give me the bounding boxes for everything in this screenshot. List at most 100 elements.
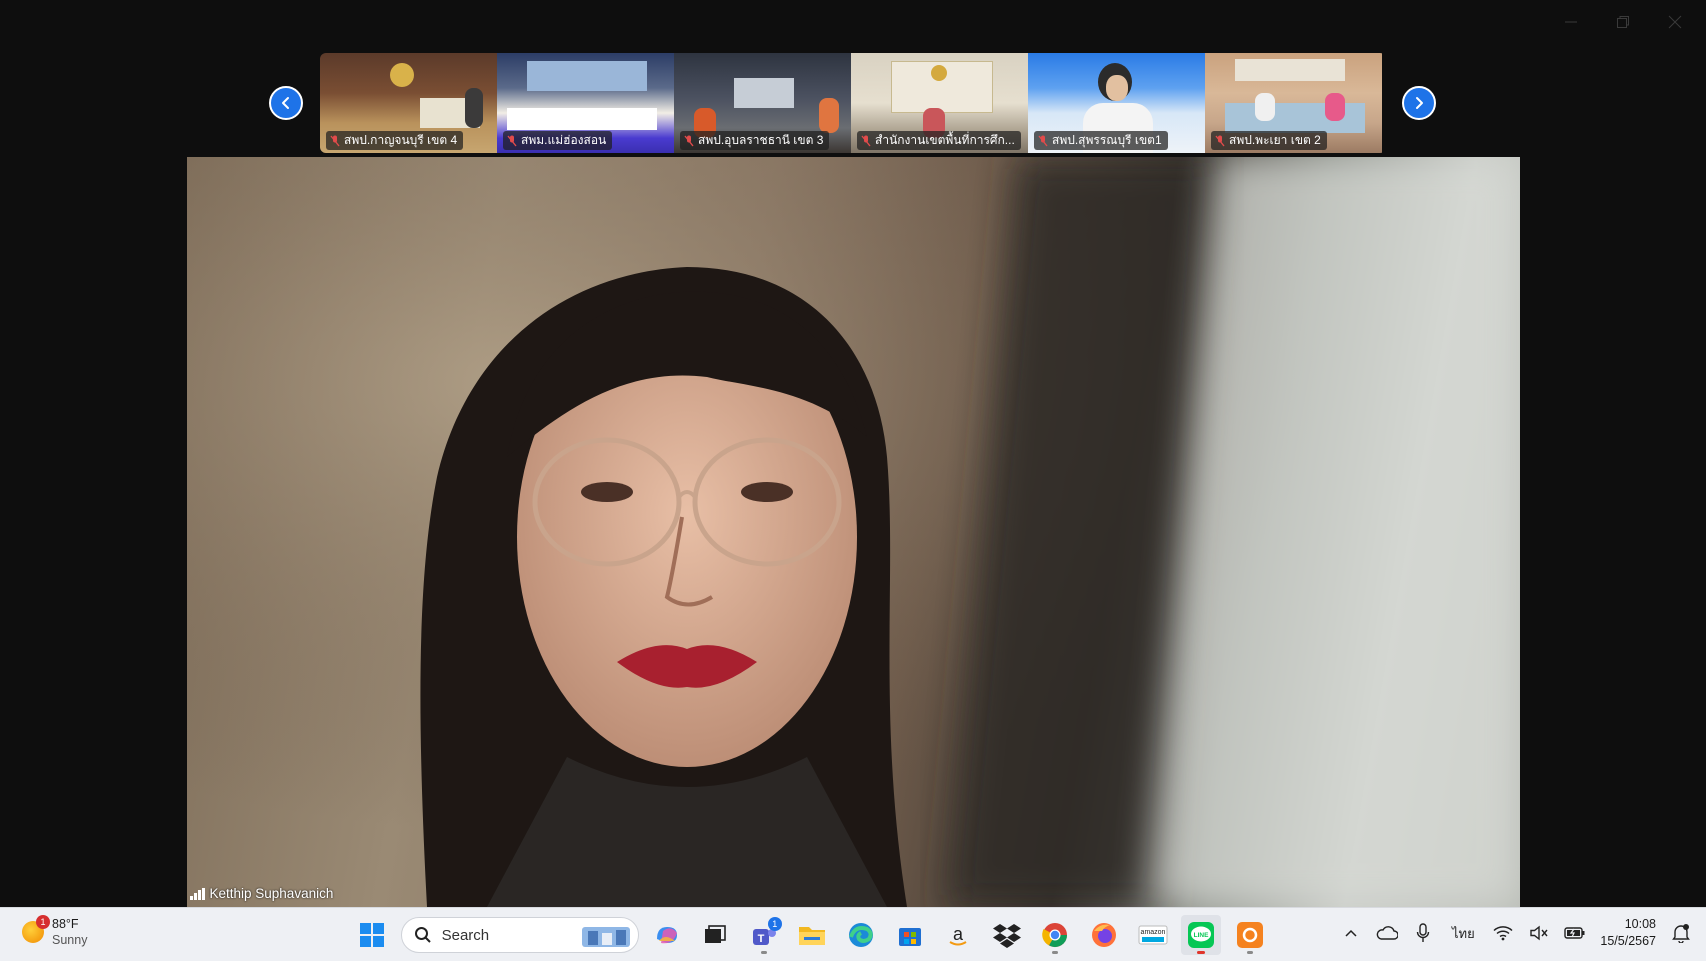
restore-icon bbox=[1617, 16, 1629, 28]
svg-text:amazon: amazon bbox=[1140, 929, 1165, 936]
participant-label: สพป.พะเยา เขต 2 bbox=[1211, 131, 1327, 150]
store-icon bbox=[898, 928, 921, 946]
running-indicator bbox=[1246, 951, 1253, 954]
mic-muted-icon bbox=[684, 135, 694, 146]
mic-muted-icon bbox=[1038, 135, 1048, 146]
participant-label: สำนักงานเขตพื้นที่การศึก... bbox=[857, 131, 1021, 150]
weather-widget[interactable]: 1 88°F Sunny bbox=[22, 915, 88, 948]
connection-signal-icon bbox=[190, 887, 205, 900]
close-button[interactable] bbox=[1662, 8, 1688, 36]
taskbar-apps: Search T 1 a amazon LINE bbox=[352, 915, 1278, 955]
amazon-app[interactable]: a bbox=[938, 915, 978, 955]
dropbox-icon bbox=[992, 924, 1021, 948]
chrome-icon bbox=[1042, 923, 1068, 948]
svg-text:a: a bbox=[953, 924, 964, 944]
amazon-icon: a bbox=[949, 924, 967, 946]
next-page-button[interactable] bbox=[1402, 86, 1436, 120]
task-view-button[interactable] bbox=[695, 915, 735, 955]
show-hidden-icons-button[interactable] bbox=[1340, 922, 1362, 944]
previous-page-button[interactable] bbox=[269, 86, 303, 120]
edge-icon bbox=[848, 923, 873, 947]
minimize-button[interactable] bbox=[1558, 8, 1584, 36]
mic-muted-icon bbox=[1215, 135, 1225, 146]
task-view-icon bbox=[705, 925, 726, 943]
participant-name: สพป.อุบลราชธานี เขต 3 bbox=[698, 133, 824, 147]
participant-thumbnail[interactable]: สำนักงานเขตพื้นที่การศึก... bbox=[851, 53, 1028, 153]
system-clock[interactable]: 10:08 15/5/2567 bbox=[1600, 916, 1656, 950]
bell-icon bbox=[1672, 924, 1690, 943]
firefox-icon bbox=[1091, 923, 1116, 947]
running-indicator bbox=[1052, 951, 1059, 954]
dropbox-app[interactable] bbox=[987, 915, 1027, 955]
notifications-button[interactable] bbox=[1670, 922, 1692, 944]
orange-app-icon bbox=[1236, 922, 1263, 948]
volume-button[interactable] bbox=[1528, 922, 1550, 944]
restore-button[interactable] bbox=[1610, 8, 1636, 36]
microsoft-store-app[interactable] bbox=[890, 915, 930, 955]
amazon-prime-app[interactable]: amazon bbox=[1133, 915, 1173, 955]
start-button[interactable] bbox=[352, 915, 392, 955]
main-speaker-video[interactable] bbox=[187, 157, 1520, 907]
participant-name: สำนักงานเขตพื้นที่การศึก... bbox=[875, 133, 1015, 147]
onedrive-button[interactable] bbox=[1376, 922, 1399, 944]
mic-muted-icon bbox=[330, 135, 340, 146]
participant-thumbnail[interactable]: สพป.อุบลราชธานี เขต 3 bbox=[674, 53, 851, 153]
chrome-app[interactable] bbox=[1035, 915, 1075, 955]
microphone-button[interactable] bbox=[1412, 922, 1434, 944]
orange-app[interactable] bbox=[1230, 915, 1270, 955]
volume-muted-icon bbox=[1530, 925, 1548, 941]
clock-time: 10:08 bbox=[1624, 917, 1656, 931]
svg-text:T: T bbox=[757, 933, 764, 945]
chevron-right-icon bbox=[1416, 97, 1423, 109]
participant-thumbnail-strip: สพป.กาญจนบุรี เขต 4 สพม.แม่ฮ่องสอน สพป.อ… bbox=[320, 53, 1386, 153]
firefox-app[interactable] bbox=[1084, 915, 1124, 955]
minimize-icon bbox=[1565, 21, 1577, 23]
wifi-icon bbox=[1493, 926, 1513, 941]
sun-icon: 1 bbox=[22, 915, 50, 943]
search-icon bbox=[414, 927, 431, 943]
battery-charging-icon bbox=[1564, 927, 1585, 939]
participant-name: สพป.สุพรรณบุรี เขต1 bbox=[1052, 133, 1162, 147]
speaker-name-label: Ketthip Suphavanich bbox=[190, 886, 333, 901]
system-tray: ไทย 10:08 15/5/2567 bbox=[1340, 916, 1692, 950]
edge-app[interactable] bbox=[841, 915, 881, 955]
participant-thumbnail[interactable]: สพป.สุพรรณบุรี เขต1 bbox=[1028, 53, 1205, 153]
chevron-up-icon bbox=[1345, 929, 1357, 937]
participant-label: สพม.แม่ฮ่องสอน bbox=[503, 131, 613, 150]
microphone-icon bbox=[1417, 923, 1430, 942]
search-placeholder: Search bbox=[441, 926, 490, 944]
input-language-button[interactable]: ไทย bbox=[1448, 922, 1478, 944]
search-highlight-icon bbox=[581, 927, 630, 947]
participant-label: สพป.สุพรรณบุรี เขต1 bbox=[1034, 131, 1168, 150]
clock-date: 15/5/2567 bbox=[1600, 934, 1656, 948]
participant-label: สพป.กาญจนบุรี เขต 4 bbox=[326, 131, 464, 150]
running-indicator bbox=[1197, 951, 1206, 954]
participant-name: สพม.แม่ฮ่องสอน bbox=[521, 133, 607, 147]
teams-app[interactable]: T 1 bbox=[744, 915, 784, 955]
battery-button[interactable] bbox=[1564, 922, 1586, 944]
participant-thumbnail[interactable]: สพม.แม่ฮ่องสอน bbox=[497, 53, 674, 153]
running-indicator bbox=[760, 951, 767, 954]
copilot-app[interactable] bbox=[647, 915, 687, 955]
prime-video-icon: amazon bbox=[1138, 925, 1168, 945]
svg-text:LINE: LINE bbox=[1194, 932, 1209, 939]
participant-thumbnail[interactable]: สพป.กาญจนบุรี เขต 4 bbox=[320, 53, 497, 153]
teams-badge: 1 bbox=[767, 917, 782, 931]
cloud-icon bbox=[1377, 926, 1399, 940]
line-icon: LINE bbox=[1188, 922, 1215, 948]
file-explorer-app[interactable] bbox=[792, 915, 832, 955]
participant-label: สพป.อุบลราชธานี เขต 3 bbox=[680, 131, 830, 150]
network-button[interactable] bbox=[1492, 922, 1514, 944]
copilot-icon bbox=[656, 927, 677, 944]
chevron-left-icon bbox=[282, 97, 289, 109]
window-controls bbox=[1558, 8, 1688, 36]
participant-name: สพป.พะเยา เขต 2 bbox=[1229, 133, 1321, 147]
input-language-label: ไทย bbox=[1452, 925, 1475, 941]
line-app[interactable]: LINE bbox=[1181, 915, 1222, 955]
folder-icon bbox=[799, 927, 826, 945]
weather-condition: Sunny bbox=[52, 933, 88, 947]
participant-thumbnail[interactable]: สพป.พะเยา เขต 2 bbox=[1205, 53, 1382, 153]
speaker-name: Ketthip Suphavanich bbox=[209, 886, 334, 901]
close-icon bbox=[1668, 15, 1682, 29]
taskbar-search[interactable]: Search bbox=[400, 917, 639, 953]
